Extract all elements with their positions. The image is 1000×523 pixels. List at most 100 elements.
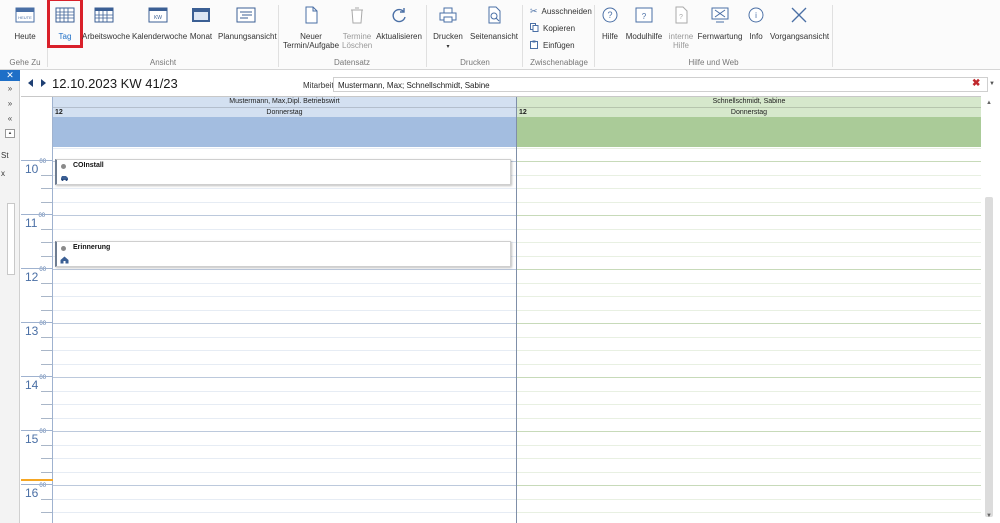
next-day-icon[interactable] [41,79,46,87]
ausschneiden-button[interactable]: ✂ Ausschneiden [530,6,592,17]
kalenderwoche-button[interactable]: KW Kalenderwoche [132,6,188,41]
hour-label: 1300 [25,321,47,338]
month-view-icon [188,6,214,26]
svg-text:?: ? [642,12,647,21]
all-day-area[interactable] [517,117,981,147]
interne-hilfe-button[interactable]: ? interne Hilfe [667,6,695,50]
time-slot-line [53,215,516,216]
panel-text-x: x [1,169,5,178]
time-slot-line [517,337,981,338]
time-slot-line [517,485,981,486]
svg-text:i: i [755,11,757,20]
time-slot-line [517,323,981,324]
clear-selection-icon[interactable]: ✖ [972,78,980,89]
prev-day-icon[interactable] [28,79,33,87]
time-slot-line [53,202,516,203]
time-slot-line [517,472,981,473]
time-slot-line [53,310,516,311]
ribbon-toolbar: HEUTE Heute Gehe Zu Tag Arbeitswoche KW … [0,0,1000,70]
time-slot-line [517,161,981,162]
planning-view-icon [218,6,274,26]
panel-toggle-icon[interactable]: ▴ [5,129,15,138]
seitenansicht-button[interactable]: Seitenansicht [470,6,518,41]
chevron-down-icon[interactable]: ▼ [989,81,995,87]
appointment-card[interactable]: Erinnerung [55,241,511,267]
einfuegen-button[interactable]: Einfügen [530,40,575,51]
new-document-icon [282,6,340,26]
vorgangsansicht-label: Vorgangsansicht [770,32,830,41]
time-slot-line [517,458,981,459]
hour-label: 1500 [25,429,47,446]
expand-down-icon[interactable]: » [5,99,15,108]
copy-icon [530,23,539,34]
scissors-icon: ✂ [530,6,538,16]
module-help-icon: ? [625,6,663,26]
vertical-scrollbar[interactable]: ▲ ▼ [981,96,1000,523]
kopieren-button[interactable]: Kopieren [530,23,575,34]
time-slot-line [53,350,516,351]
column-header-name: Mustermann, Max,Dipl. Betriebswirt [53,97,516,107]
time-slot-line [517,242,981,243]
planungsansicht-label: Planungsansicht [218,32,277,41]
day-calendar-grid: 1000 1100 1200 1300 1400 1500 1600 Mustermann,… [21,96,981,523]
info-button[interactable]: i Info [745,6,767,41]
time-slot-line [517,431,981,432]
time-slot-line [517,215,981,216]
hour-label: 1400 [25,375,47,392]
drucken-button[interactable]: Drucken ▾ [432,6,464,52]
print-preview-icon [470,6,518,26]
time-slot-line [517,188,981,189]
drucken-label: Drucken [433,32,463,41]
all-day-area[interactable] [53,117,516,147]
column-header-day: 12 Donnerstag [53,107,516,117]
mitarbeiter-select[interactable]: Mustermann, Max; Schnellschmidt, Sabine [333,77,988,92]
modulhilfe-label: Modulhilfe [625,32,663,41]
ausschneiden-label: Ausschneiden [541,7,592,16]
time-slot-line [53,499,516,500]
planungsansicht-button[interactable]: Planungsansicht [218,6,277,41]
seitenansicht-label: Seitenansicht [470,32,519,41]
hour-label: 1600 [25,483,47,500]
group-label-datensatz: Datensatz [333,58,371,67]
neuer-termin-button[interactable]: Neuer Termin/Aufgabe [282,6,340,50]
time-slot-line [517,283,981,284]
column-header-day: 12 Donnerstag [517,107,981,117]
time-slot-line [53,472,516,473]
vorgangsansicht-button[interactable]: Vorgangsansicht [770,6,830,41]
fernwartung-button[interactable]: Fernwartung [697,6,743,41]
panel-scroll[interactable] [7,203,15,275]
expand-down-icon[interactable]: » [5,84,15,93]
time-slot-line [53,404,516,405]
heute-button[interactable]: HEUTE Heute [10,6,40,41]
close-icon[interactable]: ✕ [0,70,20,81]
calendar-column-schnellschmidt[interactable]: Schnellschmidt, Sabine 12 Donnerstag [517,97,981,523]
arbeitswoche-button[interactable]: Arbeitswoche [82,6,130,41]
current-time-indicator [21,479,53,481]
group-label-ansicht: Ansicht [149,58,177,67]
time-slot-line [517,175,981,176]
tag-highlight-box [47,0,83,48]
hilfe-button[interactable]: ? Hilfe [599,6,621,41]
info-label: Info [749,32,763,41]
collapse-up-icon[interactable]: « [5,114,15,123]
hour-label: 1100 [25,213,46,230]
termine-loeschen-button[interactable]: Termine Löschen [342,6,372,50]
scrollbar-thumb[interactable] [985,197,993,517]
status-dot [61,164,66,169]
appointment-card[interactable]: COInstall [55,159,511,185]
monat-button[interactable]: Monat [188,6,214,41]
aktualisieren-label: Aktualisieren [376,32,422,41]
calendar-column-mustermann[interactable]: Mustermann, Max,Dipl. Betriebswirt 12 Do… [53,97,516,523]
modulhilfe-button[interactable]: ? Modulhilfe [625,6,663,41]
scroll-down-icon[interactable]: ▼ [986,513,992,519]
hour-label: 1000 [25,159,47,176]
kalenderwoche-label: Kalenderwoche [132,32,188,41]
info-icon: i [745,6,767,26]
appointment-title: Erinnerung [73,244,111,251]
time-slot-line [53,296,516,297]
scroll-up-icon[interactable]: ▲ [986,100,992,106]
kopieren-label: Kopieren [543,24,576,33]
aktualisieren-button[interactable]: Aktualisieren [376,6,422,41]
chevron-down-icon: ▾ [446,44,450,50]
remote-maintenance-icon [697,6,743,26]
